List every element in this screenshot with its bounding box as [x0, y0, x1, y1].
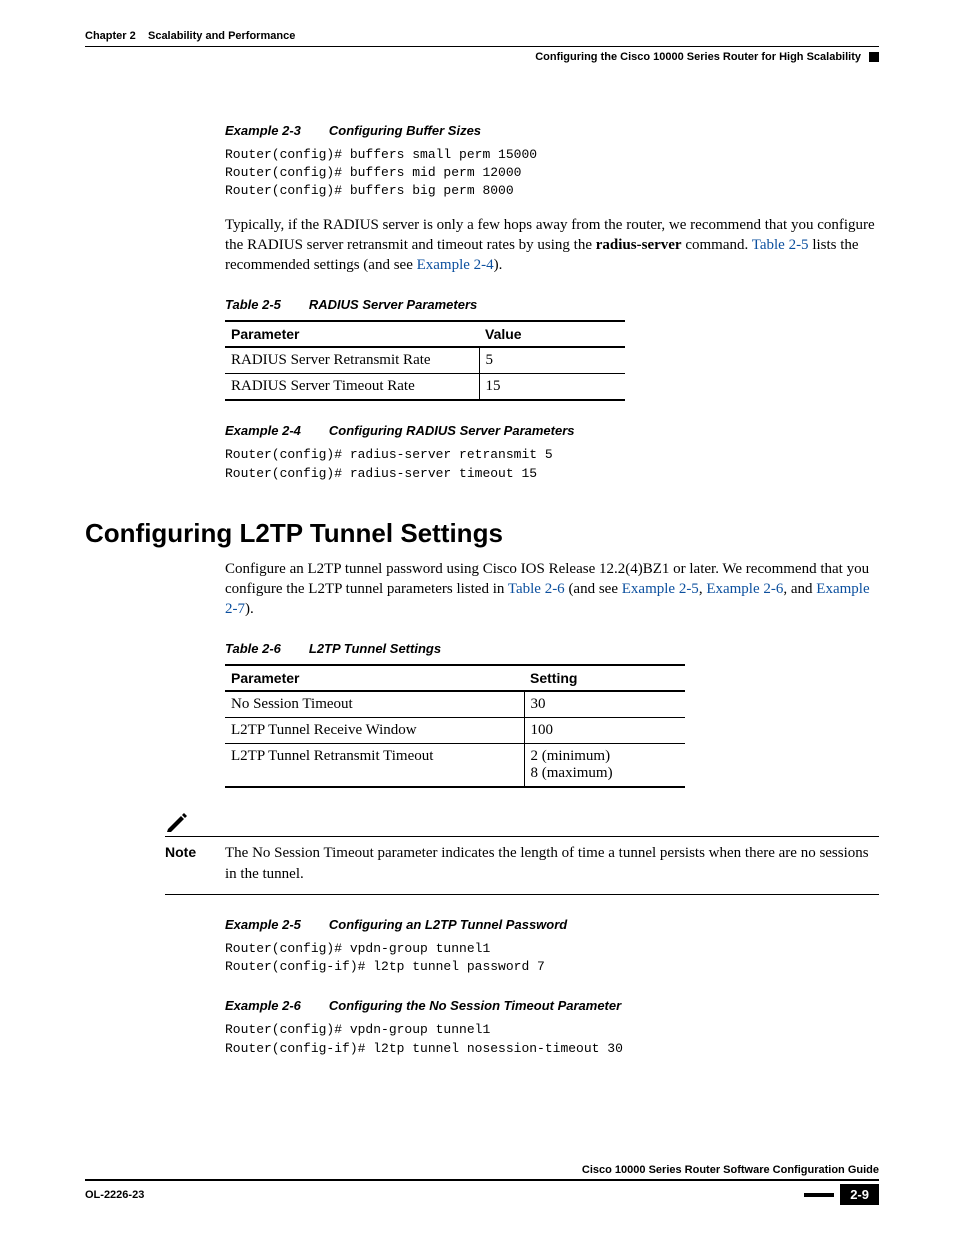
example-2-4-heading: Example 2-4 Configuring RADIUS Server Pa…	[225, 423, 879, 438]
table-col-setting: Setting	[524, 665, 685, 691]
header-left: Chapter 2 Scalability and Performance	[85, 30, 295, 42]
table-col-value: Value	[479, 321, 625, 347]
link-example-2-5[interactable]: Example 2-5	[622, 581, 699, 597]
example-title-text: Configuring the No Session Timeout Param…	[329, 998, 621, 1013]
table-col-parameter: Parameter	[225, 665, 524, 691]
table-2-5-heading: Table 2-5 RADIUS Server Parameters	[225, 297, 879, 312]
example-2-5-code: Router(config)# vpdn-group tunnel1 Route…	[225, 940, 879, 976]
table-tag: Table 2-6	[225, 641, 281, 656]
footer-guide-title: Cisco 10000 Series Router Software Confi…	[85, 1164, 879, 1179]
footer-doc-id: OL-2226-23	[85, 1189, 144, 1201]
link-table-2-5[interactable]: Table 2-5	[752, 237, 809, 253]
pencil-icon	[165, 810, 189, 834]
example-title-text: Configuring RADIUS Server Parameters	[329, 423, 575, 438]
page-header: Chapter 2 Scalability and Performance Co…	[85, 30, 879, 63]
example-tag: Example 2-5	[225, 917, 301, 932]
header-section-right: Configuring the Cisco 10000 Series Route…	[535, 51, 861, 63]
footer-bar-icon	[804, 1193, 834, 1197]
table-2-6: Parameter Setting No Session Timeout 30 …	[225, 664, 685, 788]
page-footer: Cisco 10000 Series Router Software Confi…	[85, 1164, 879, 1205]
link-example-2-6[interactable]: Example 2-6	[706, 581, 783, 597]
header-marker-icon	[869, 52, 879, 62]
note-block: Note The No Session Timeout parameter in…	[165, 810, 879, 895]
example-tag: Example 2-6	[225, 998, 301, 1013]
link-example-2-4[interactable]: Example 2-4	[417, 257, 494, 273]
table-title-text: L2TP Tunnel Settings	[309, 641, 441, 656]
table-col-parameter: Parameter	[225, 321, 479, 347]
example-title-text: Configuring Buffer Sizes	[329, 123, 481, 138]
example-2-3-heading: Example 2-3 Configuring Buffer Sizes	[225, 123, 879, 138]
page-number: 2-9	[840, 1184, 879, 1205]
example-tag: Example 2-3	[225, 123, 301, 138]
example-2-6-heading: Example 2-6 Configuring the No Session T…	[225, 998, 879, 1013]
example-title-text: Configuring an L2TP Tunnel Password	[329, 917, 567, 932]
radius-paragraph: Typically, if the RADIUS server is only …	[225, 215, 879, 276]
link-table-2-6[interactable]: Table 2-6	[508, 581, 565, 597]
chapter-title: Scalability and Performance	[148, 30, 295, 42]
note-label: Note	[165, 843, 213, 884]
table-row: RADIUS Server Timeout Rate 15	[225, 374, 625, 401]
example-2-3-code: Router(config)# buffers small perm 15000…	[225, 146, 879, 201]
table-2-5: Parameter Value RADIUS Server Retransmit…	[225, 320, 625, 401]
table-row: RADIUS Server Retransmit Rate 5	[225, 347, 625, 374]
table-row: L2TP Tunnel Retransmit Timeout 2 (minimu…	[225, 744, 685, 788]
table-row: No Session Timeout 30	[225, 691, 685, 718]
chapter-label: Chapter 2	[85, 30, 136, 42]
l2tp-paragraph: Configure an L2TP tunnel password using …	[225, 559, 879, 620]
main-content: Example 2-3 Configuring Buffer Sizes Rou…	[225, 123, 879, 1058]
table-2-6-heading: Table 2-6 L2TP Tunnel Settings	[225, 641, 879, 656]
table-row: L2TP Tunnel Receive Window 100	[225, 718, 685, 744]
example-tag: Example 2-4	[225, 423, 301, 438]
example-2-4-code: Router(config)# radius-server retransmit…	[225, 446, 879, 482]
example-2-6-code: Router(config)# vpdn-group tunnel1 Route…	[225, 1021, 879, 1057]
radius-server-cmd: radius-server	[596, 237, 682, 253]
note-text: The No Session Timeout parameter indicat…	[225, 843, 879, 884]
table-title-text: RADIUS Server Parameters	[309, 297, 477, 312]
table-tag: Table 2-5	[225, 297, 281, 312]
section-heading-l2tp: Configuring L2TP Tunnel Settings	[85, 518, 879, 549]
example-2-5-heading: Example 2-5 Configuring an L2TP Tunnel P…	[225, 917, 879, 932]
